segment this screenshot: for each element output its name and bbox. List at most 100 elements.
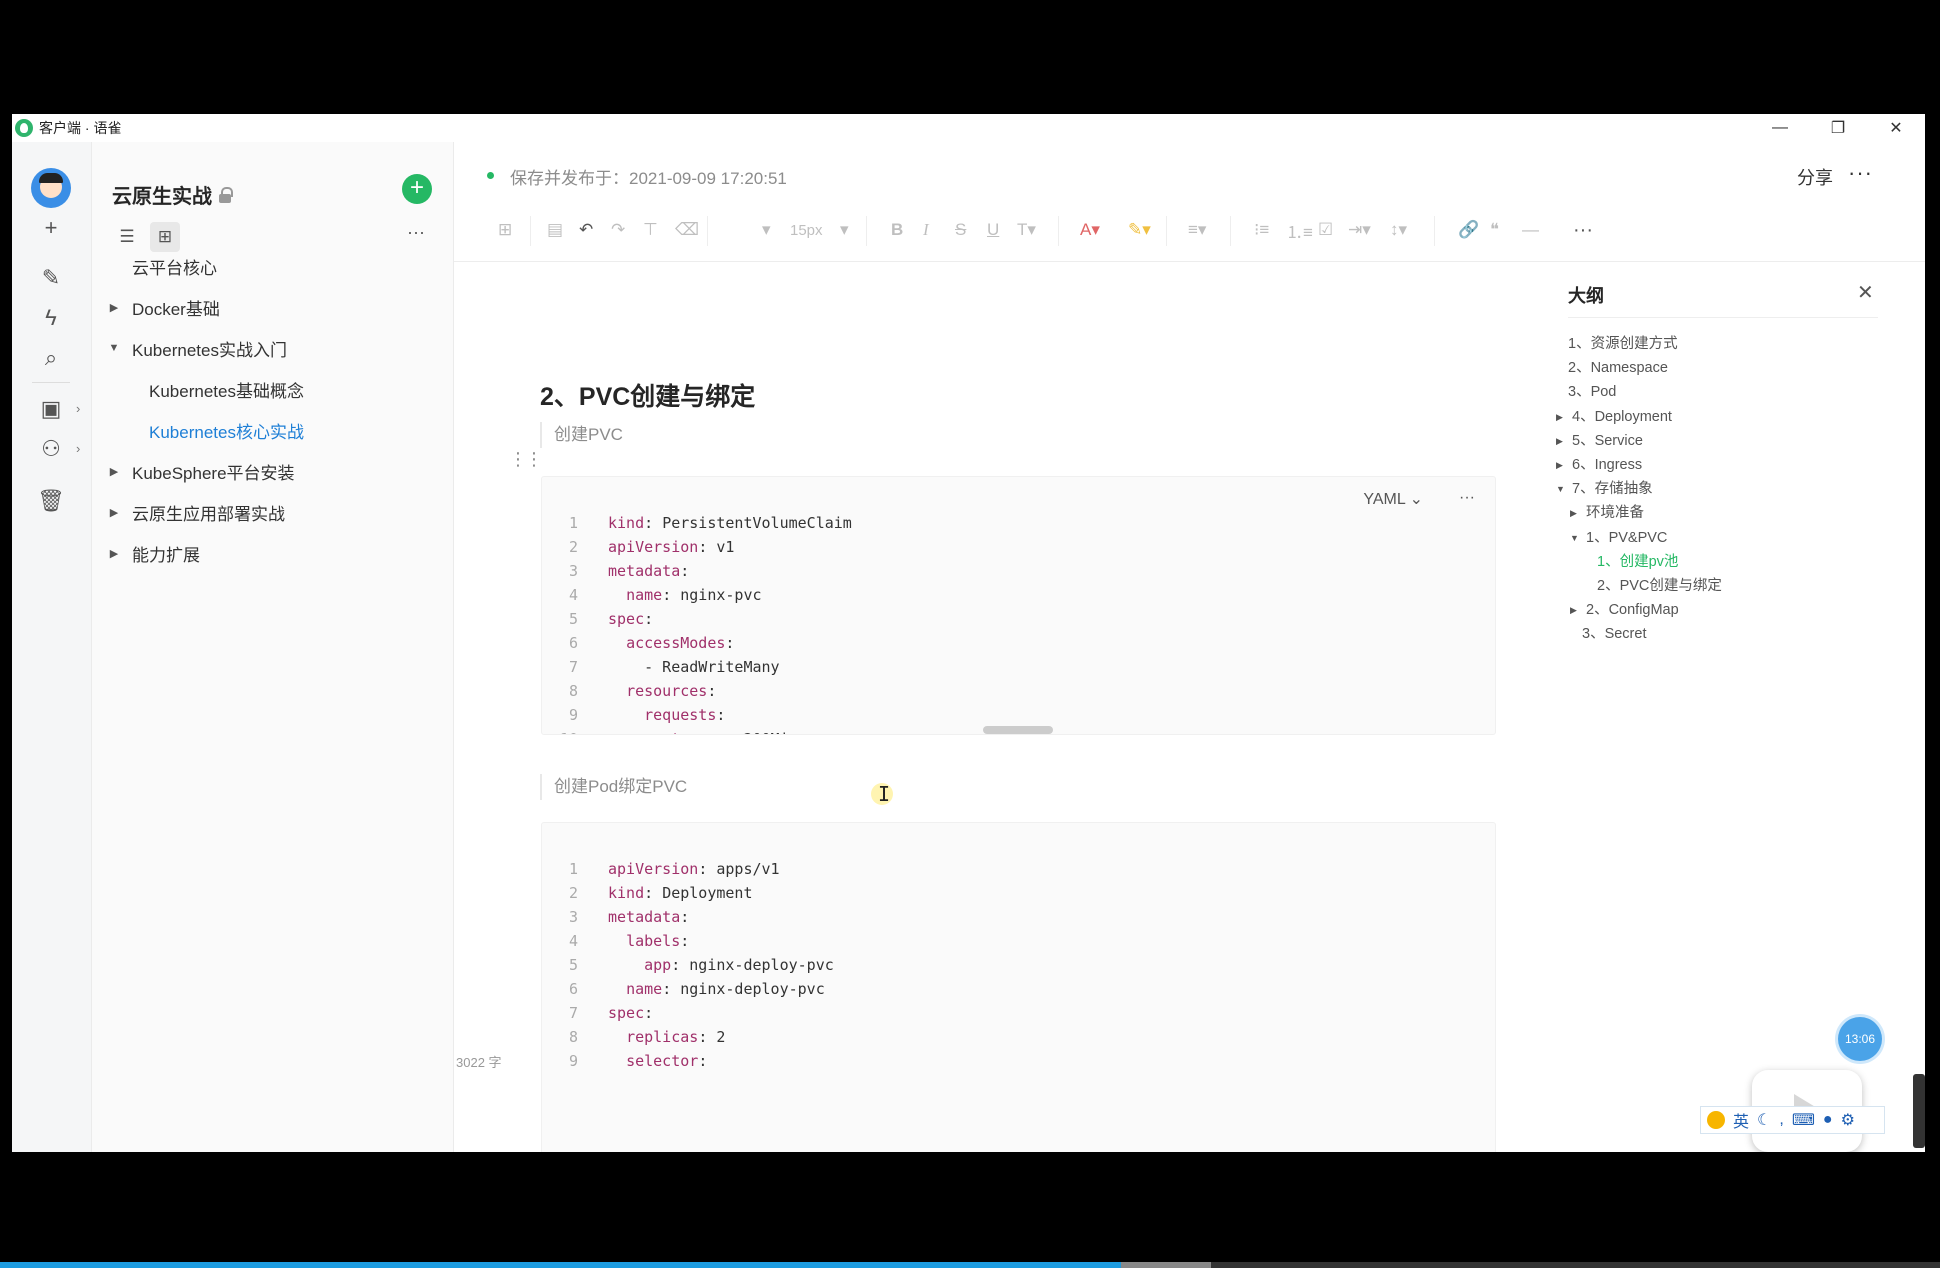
- font-color-icon[interactable]: A▾: [1080, 218, 1100, 242]
- yaml-key: name: [626, 980, 663, 998]
- outline-item[interactable]: ▶ 5、Service: [1556, 429, 1643, 453]
- format-painter-icon[interactable]: ⊤: [643, 218, 658, 242]
- more-menu-icon[interactable]: ···: [1848, 160, 1873, 186]
- team-icon[interactable]: ⚇: [32, 430, 70, 468]
- outline-item[interactable]: ▶ 6、Ingress: [1556, 453, 1642, 477]
- add-doc-button[interactable]: +: [402, 174, 432, 204]
- share-button[interactable]: 分享: [1797, 164, 1833, 190]
- code-block[interactable]: YAML ⌄ ··· 1 kind: PersistentVolumeClaim 2…: [541, 476, 1496, 735]
- trash-icon[interactable]: 🗑: [32, 482, 70, 520]
- highlight-icon[interactable]: ✎▾: [1128, 218, 1151, 242]
- caret-right-icon[interactable]: ▶: [1556, 429, 1566, 453]
- minimize-icon[interactable]: —: [1751, 114, 1809, 142]
- search-icon[interactable]: ⌕: [32, 339, 70, 377]
- tree-item[interactable]: ▶ 能力扩展: [108, 536, 200, 570]
- close-icon[interactable]: ✕: [1857, 280, 1874, 305]
- outline-item[interactable]: ▶ 环境准备: [1570, 501, 1644, 525]
- outline-item[interactable]: 3、Secret: [1582, 622, 1646, 646]
- ime-keyboard-icon[interactable]: ⌨: [1792, 1110, 1815, 1130]
- lightning-icon[interactable]: ϟ: [32, 299, 70, 337]
- code-language-select[interactable]: YAML ⌄: [1363, 489, 1423, 509]
- bullet-list-icon[interactable]: ⁝≡: [1254, 218, 1269, 242]
- paragraph-style-dropdown-icon[interactable]: ▾: [762, 218, 771, 242]
- line-height-icon[interactable]: ↕▾: [1390, 218, 1407, 242]
- quote-icon[interactable]: ❝: [1490, 218, 1499, 242]
- yaml-colon: :: [698, 1028, 717, 1046]
- close-window-icon[interactable]: ✕: [1867, 114, 1925, 142]
- insert-icon[interactable]: ⊞: [498, 218, 512, 242]
- caret-right-icon[interactable]: ▶: [108, 547, 120, 560]
- tree-item[interactable]: 云平台核心: [108, 249, 217, 283]
- ime-settings-icon[interactable]: ⚙: [1841, 1110, 1855, 1130]
- document-body[interactable]: 2、PVC创建与绑定 创建PVC ⋮⋮ YAML ⌄ ··· 1 kind: Pe…: [454, 262, 1554, 1152]
- outline-item[interactable]: 1、资源创建方式: [1568, 332, 1678, 356]
- redo-icon[interactable]: ↷: [611, 218, 625, 242]
- code-more-icon[interactable]: ···: [1459, 489, 1475, 509]
- indent-icon[interactable]: ⇥▾: [1348, 218, 1371, 242]
- plus-icon[interactable]: +: [32, 209, 70, 247]
- outline-item[interactable]: ▼ 7、存储抽象: [1556, 477, 1653, 501]
- caret-down-icon[interactable]: ▼: [108, 342, 120, 354]
- tree-item[interactable]: Kubernetes核心实战: [149, 413, 304, 447]
- tree-item[interactable]: ▶ KubeSphere平台安装: [108, 454, 295, 488]
- sidebar-more-icon[interactable]: ···: [407, 222, 425, 243]
- link-icon[interactable]: 🔗: [1458, 218, 1479, 242]
- line-number: 5: [568, 956, 578, 974]
- italic-icon[interactable]: I: [923, 218, 929, 242]
- ime-language[interactable]: 英: [1733, 1108, 1749, 1132]
- outline-item[interactable]: 2、PVC创建与绑定: [1597, 574, 1722, 598]
- avatar[interactable]: [31, 168, 71, 208]
- outline-item[interactable]: 2、Namespace: [1568, 356, 1668, 380]
- video-progress-bar[interactable]: [0, 1262, 1940, 1268]
- strikethrough-icon[interactable]: S: [955, 218, 966, 242]
- underline-icon[interactable]: U: [987, 218, 999, 242]
- knowledge-base-icon[interactable]: ▣: [32, 390, 70, 428]
- chevron-down-icon[interactable]: ▾: [840, 218, 849, 242]
- tree-view-icon[interactable]: ⊞: [150, 222, 180, 252]
- editor-header: 保存并发布于：2021-09-09 17:20:51 分享 ···: [454, 142, 1925, 200]
- align-icon[interactable]: ≡▾: [1188, 218, 1206, 242]
- save-icon[interactable]: ▤: [547, 218, 563, 242]
- task-list-icon[interactable]: ☑: [1318, 218, 1333, 242]
- ime-punct-icon[interactable]: ,: [1779, 1111, 1783, 1129]
- tree-item[interactable]: ▶ 云原生应用部署实战: [108, 495, 285, 529]
- caret-right-icon[interactable]: ▶: [1556, 405, 1566, 429]
- drag-handle-icon[interactable]: ⋮⋮: [509, 449, 543, 470]
- yaml-colon: :: [644, 514, 663, 532]
- ime-user-icon[interactable]: ●: [1823, 1111, 1833, 1129]
- editor-main: 保存并发布于：2021-09-09 17:20:51 分享 ··· ⊞ ▤ ↶ …: [454, 142, 1925, 1152]
- tree-item[interactable]: Kubernetes基础概念: [149, 372, 304, 406]
- caret-right-icon[interactable]: ▶: [1556, 453, 1566, 477]
- caret-right-icon[interactable]: ▶: [108, 506, 120, 519]
- list-view-icon[interactable]: ☰: [112, 222, 142, 252]
- caret-right-icon[interactable]: ▶: [1570, 501, 1580, 525]
- outline-item[interactable]: ▼ 1、PV&PVC: [1570, 526, 1667, 550]
- clear-format-icon[interactable]: ⌫: [675, 218, 699, 242]
- toolbar-more-icon[interactable]: ···: [1573, 218, 1593, 242]
- caret-right-icon[interactable]: ▶: [108, 301, 120, 314]
- tree-item[interactable]: ▶ Docker基础: [108, 290, 220, 324]
- outline-item[interactable]: 3、Pod: [1568, 380, 1616, 404]
- code-block[interactable]: 1 apiVersion: apps/v1 2 kind: Deployment 3 me…: [541, 822, 1496, 1152]
- ordered-list-icon[interactable]: ⒈≡: [1286, 218, 1313, 242]
- tree-item[interactable]: ▼ Kubernetes实战入门: [108, 331, 287, 365]
- outline-item[interactable]: 1、创建pv池: [1597, 550, 1678, 574]
- bold-icon[interactable]: B: [891, 218, 903, 242]
- undo-icon[interactable]: ↶: [579, 218, 593, 242]
- ime-toolbar[interactable]: 英 ☾ , ⌨ ● ⚙: [1700, 1106, 1885, 1134]
- divider-line-icon[interactable]: —: [1522, 218, 1539, 242]
- horizontal-scrollbar[interactable]: [983, 726, 1053, 734]
- caret-right-icon[interactable]: ▶: [108, 465, 120, 478]
- restore-icon[interactable]: ❐: [1809, 114, 1867, 142]
- caret-down-icon[interactable]: ▼: [1570, 526, 1580, 550]
- caret-down-icon[interactable]: ▼: [1556, 477, 1566, 501]
- superscript-icon[interactable]: T▾: [1017, 218, 1036, 242]
- outline-item[interactable]: ▶ 2、ConfigMap: [1570, 598, 1679, 622]
- pen-icon[interactable]: ✎: [32, 259, 70, 297]
- caret-right-icon[interactable]: ▶: [1570, 598, 1580, 622]
- outline-item[interactable]: ▶ 4、Deployment: [1556, 405, 1672, 429]
- ime-moon-icon[interactable]: ☾: [1757, 1110, 1771, 1130]
- outline-item-label: 环境准备: [1586, 505, 1644, 522]
- font-size-select[interactable]: 15px: [790, 218, 823, 242]
